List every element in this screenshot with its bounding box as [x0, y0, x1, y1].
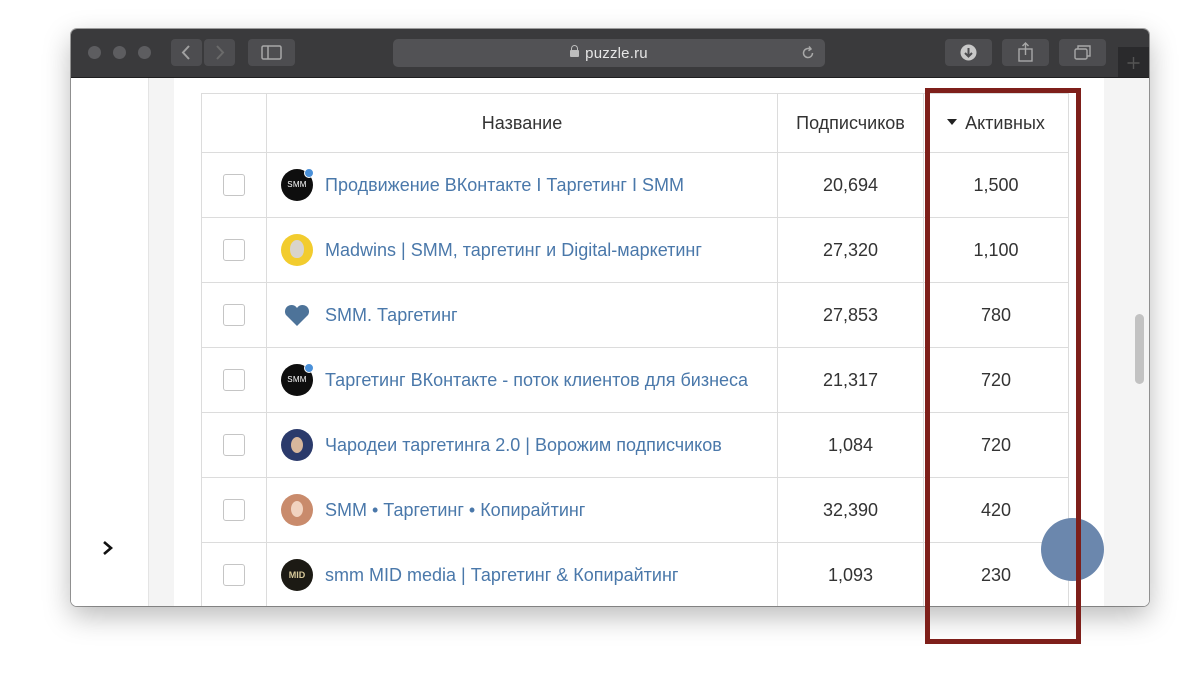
- sidebar-button[interactable]: [248, 39, 295, 66]
- forward-button[interactable]: [204, 39, 235, 66]
- subscribers-cell: 32,390: [777, 477, 924, 543]
- lock-icon: [570, 45, 580, 57]
- tabs-button[interactable]: [1059, 39, 1106, 66]
- downloads-button[interactable]: [945, 39, 992, 66]
- browser-toolbar: puzzle.ru: [71, 29, 1149, 78]
- group-link[interactable]: SMM • Таргетинг • Копирайтинг: [325, 500, 585, 521]
- plus-icon: [1127, 57, 1140, 69]
- row-checkbox[interactable]: [223, 239, 245, 262]
- zoom-window-button[interactable]: [138, 46, 151, 59]
- left-sidebar: [71, 78, 149, 606]
- subscribers-cell: 20,694: [777, 152, 924, 218]
- row-checkbox[interactable]: [223, 174, 245, 197]
- vertical-scrollbar[interactable]: [1135, 314, 1144, 384]
- group-avatar: [281, 234, 313, 266]
- column-subscribers-label: Подписчиков: [796, 112, 905, 133]
- share-button[interactable]: [1002, 39, 1049, 66]
- download-icon: [960, 44, 977, 61]
- back-button[interactable]: [171, 39, 202, 66]
- column-name-label: Название: [481, 112, 563, 133]
- row-checkbox[interactable]: [223, 564, 245, 587]
- tabs-icon: [1074, 45, 1091, 60]
- share-icon: [1018, 42, 1033, 62]
- active-column-highlight: [925, 88, 1081, 644]
- address-bar[interactable]: puzzle.ru: [393, 39, 825, 67]
- close-window-button[interactable]: [88, 46, 101, 59]
- group-avatar: [281, 429, 313, 461]
- subscribers-cell: 27,853: [777, 282, 924, 348]
- heart-icon: [284, 304, 310, 326]
- select-all-header: [201, 93, 267, 153]
- group-link[interactable]: smm MID media | Таргетинг & Копирайтинг: [325, 565, 678, 586]
- forward-arrow-icon: [216, 45, 225, 60]
- subscribers-cell: 1,084: [777, 412, 924, 478]
- group-avatar: [281, 494, 313, 526]
- new-tab-button[interactable]: [1118, 47, 1149, 77]
- group-avatar: MID: [281, 559, 313, 591]
- reload-icon[interactable]: [800, 45, 816, 61]
- row-checkbox[interactable]: [223, 304, 245, 327]
- chevron-right-icon[interactable]: [101, 540, 115, 556]
- column-header-subscribers[interactable]: Подписчиков: [777, 93, 924, 153]
- subscribers-cell: 1,093: [777, 542, 924, 606]
- group-link[interactable]: Чародеи таргетинга 2.0 | Ворожим подписч…: [325, 435, 722, 456]
- url-text: puzzle.ru: [585, 45, 648, 62]
- back-arrow-icon: [181, 45, 190, 60]
- group-link[interactable]: Таргетинг ВКонтакте - поток клиентов для…: [325, 370, 748, 391]
- group-avatar: [281, 299, 313, 331]
- group-link[interactable]: Madwins | SMM, таргетинг и Digital-марке…: [325, 240, 702, 261]
- group-link[interactable]: Продвижение ВКонтакте I Таргетинг I SMM: [325, 175, 684, 196]
- group-avatar: SMM: [281, 363, 314, 396]
- minimize-window-button[interactable]: [113, 46, 126, 59]
- subscribers-cell: 21,317: [777, 347, 924, 413]
- column-header-name[interactable]: Название: [266, 93, 778, 153]
- row-checkbox[interactable]: [223, 434, 245, 457]
- subscribers-cell: 27,320: [777, 217, 924, 283]
- group-link[interactable]: SMM. Таргетинг: [325, 305, 458, 326]
- row-checkbox[interactable]: [223, 499, 245, 522]
- sidebar-icon: [261, 45, 282, 60]
- group-avatar: SMM: [281, 168, 314, 201]
- row-checkbox[interactable]: [223, 369, 245, 392]
